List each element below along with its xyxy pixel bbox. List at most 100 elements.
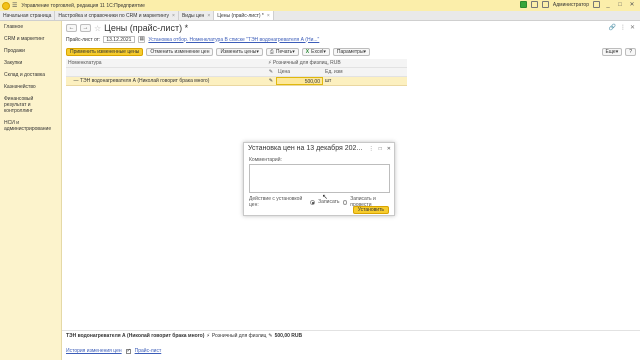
cancel-price-change-button[interactable]: Отменить изменение цен [146,47,214,56]
table-header-row-2: ✎ Цена Ед. изм [66,68,407,77]
tab-label: Виды цен [181,12,205,19]
price-history-link[interactable]: История изменения цен [66,348,122,354]
sidebar-item-purchases[interactable]: Закупки [0,57,61,69]
prices-table: Номенклатура ⚡ Розничный для физлиц, RUB… [66,59,407,119]
excel-button[interactable]: X Excel ▾ [301,47,330,56]
titlebar-right: Администратор _ □ ✕ [519,1,636,8]
hamburger-icon[interactable]: ☰ [12,2,17,9]
price-list-checkbox[interactable] [125,348,131,354]
item-name: ТЭН водонагревателя А (Николай говорит б… [79,78,210,84]
favorites-icon[interactable] [541,1,549,8]
comment-label: Комментарий: [249,157,282,163]
column-header-price[interactable]: Цена [276,68,323,76]
print-button[interactable]: ⎙ Печать ▾ [265,47,299,56]
action-label: Действие с установкой цен: [249,196,303,208]
row-nomenclature: — ТЭН водонагревателя А (Николай говорит… [68,78,210,84]
unit-cell: шт [325,78,332,84]
column-header-nomenclature[interactable]: Номенклатура [66,59,266,67]
dropdown-arrow-icon: ▾ [256,48,259,55]
notification-icon[interactable] [519,1,527,8]
sidebar-item-treasury[interactable]: Казначейство [0,81,61,93]
price-field[interactable]: 500,00 [276,77,323,85]
form-header: ← → ☆ Цены (прайс-лист) * [66,23,188,33]
tab-price-list[interactable]: Цены (прайс-лист) * × [214,11,274,20]
footer-price: 500,00 RUB [274,333,303,339]
button-label: Печать [275,48,293,55]
button-label: Excel [311,48,324,55]
date-field[interactable]: 13.12.2021 [103,36,136,43]
current-row-info: ТЭН водонагревателя А (Николай говорит б… [66,333,302,339]
change-prices-button[interactable]: Изменить цены ▾ [216,47,263,56]
tab-crm-settings[interactable]: Настройка и справочники по CRM и маркети… [55,11,179,20]
more-icon[interactable]: ⋮ [369,146,374,152]
sidebar-item-warehouse[interactable]: Склад и доставка [0,69,61,81]
title-bar: ☰ Управление торговлей, редакция 11 1С:П… [0,0,640,11]
parameters-button[interactable]: Параметры ▾ [332,47,371,56]
close-icon[interactable]: ✕ [628,1,636,8]
button-label: Параметры [336,48,364,55]
minimize-icon[interactable]: _ [604,2,612,8]
tab-label: Настройка и справочники по CRM и маркети… [58,12,170,19]
tab-home[interactable]: Начальная страница [0,11,56,20]
column-header-price-type[interactable]: ⚡ Розничный для физлиц, RUB [266,59,407,67]
price-type-label: Розничный для физлиц, RUB [272,60,341,66]
sidebar-item-admin[interactable]: НСИ и администрирование [0,117,61,135]
sidebar-item-main[interactable]: Главное [0,21,61,33]
divider [62,330,640,331]
help-button[interactable]: ? [625,47,636,56]
close-form-icon[interactable]: ✕ [630,24,635,31]
sidebar-item-sales[interactable]: Продажи [0,45,61,57]
dialog-controls: ⋮ □ ✕ [369,146,391,152]
back-button[interactable]: ← [66,24,77,32]
app-title: Управление торговлей, редакция 11 1С:Пре… [21,2,145,9]
open-tabs-bar: Начальная страница Настройка и справочни… [0,11,640,21]
link-icon[interactable]: 🔗 [608,24,615,31]
mouse-cursor-icon: ↖ [322,194,328,201]
sidebar-item-financial[interactable]: Финансовый результат и контроллинг [0,93,61,117]
footer-price-type: Розничный для физлиц [211,333,267,339]
sidebar-item-crm[interactable]: CRM и маркетинг [0,33,61,45]
close-tab-icon[interactable]: × [172,13,175,19]
table-row[interactable]: — ТЭН водонагревателя А (Николай говорит… [66,77,407,86]
button-label: Изменить цены [220,48,257,55]
tab-price-types[interactable]: Виды цен × [178,11,215,20]
tab-label: Цены (прайс-лист) * [217,12,264,19]
maximize-icon[interactable]: □ [379,146,382,152]
radio-record-post[interactable] [342,199,348,205]
sections-sidebar: Главное CRM и маркетинг Продажи Закупки … [0,21,62,360]
dialog-title: Установка цен на 13 декабря 202... [248,145,363,152]
dropdown-arrow-icon: ▾ [615,48,619,55]
apply-changed-prices-button[interactable]: Применить измененные цены [66,47,144,56]
dropdown-arrow-icon: ▾ [323,48,326,55]
more-icon[interactable]: ⋮ [620,24,626,31]
filter-link[interactable]: Установка отбор. Номенклатура В списке "… [148,37,319,43]
close-tab-icon[interactable]: × [267,13,270,19]
close-icon[interactable]: ✕ [387,146,391,152]
dropdown-arrow-icon: ▾ [292,48,295,55]
radio-record[interactable] [310,199,316,205]
calendar-icon[interactable]: ▦ [138,36,146,43]
favorite-star-icon[interactable]: ☆ [94,24,101,33]
app-logo-icon [2,1,10,10]
date-label: Прайс-лист от: [66,36,101,43]
button-label: Еще [605,48,616,55]
more-button[interactable]: Еще ▾ [601,47,623,56]
maximize-icon[interactable]: □ [616,2,624,8]
tab-label: Начальная страница [3,12,52,19]
history-icon[interactable] [530,1,538,8]
set-prices-button[interactable]: Установить [352,206,389,214]
dropdown-arrow-icon: ▾ [363,48,367,55]
price-list-link[interactable]: Прайс-лист [135,348,162,354]
user-name[interactable]: Администратор [553,2,589,8]
settings-icon[interactable] [593,1,600,8]
footer-pencil-icon: ✎ [268,333,273,339]
excel-icon: X [305,48,310,55]
footer-item-name: ТЭН водонагревателя А (Николай говорит б… [66,333,205,339]
close-tab-icon[interactable]: × [207,13,210,19]
forward-button[interactable]: → [80,24,91,32]
column-header-unit[interactable]: Ед. изм [323,68,407,76]
printer-icon: ⎙ [269,48,274,55]
pencil-icon: ✎ [268,69,274,75]
comment-field[interactable] [249,164,390,193]
command-bar: Применить измененные цены Отменить измен… [66,47,636,56]
